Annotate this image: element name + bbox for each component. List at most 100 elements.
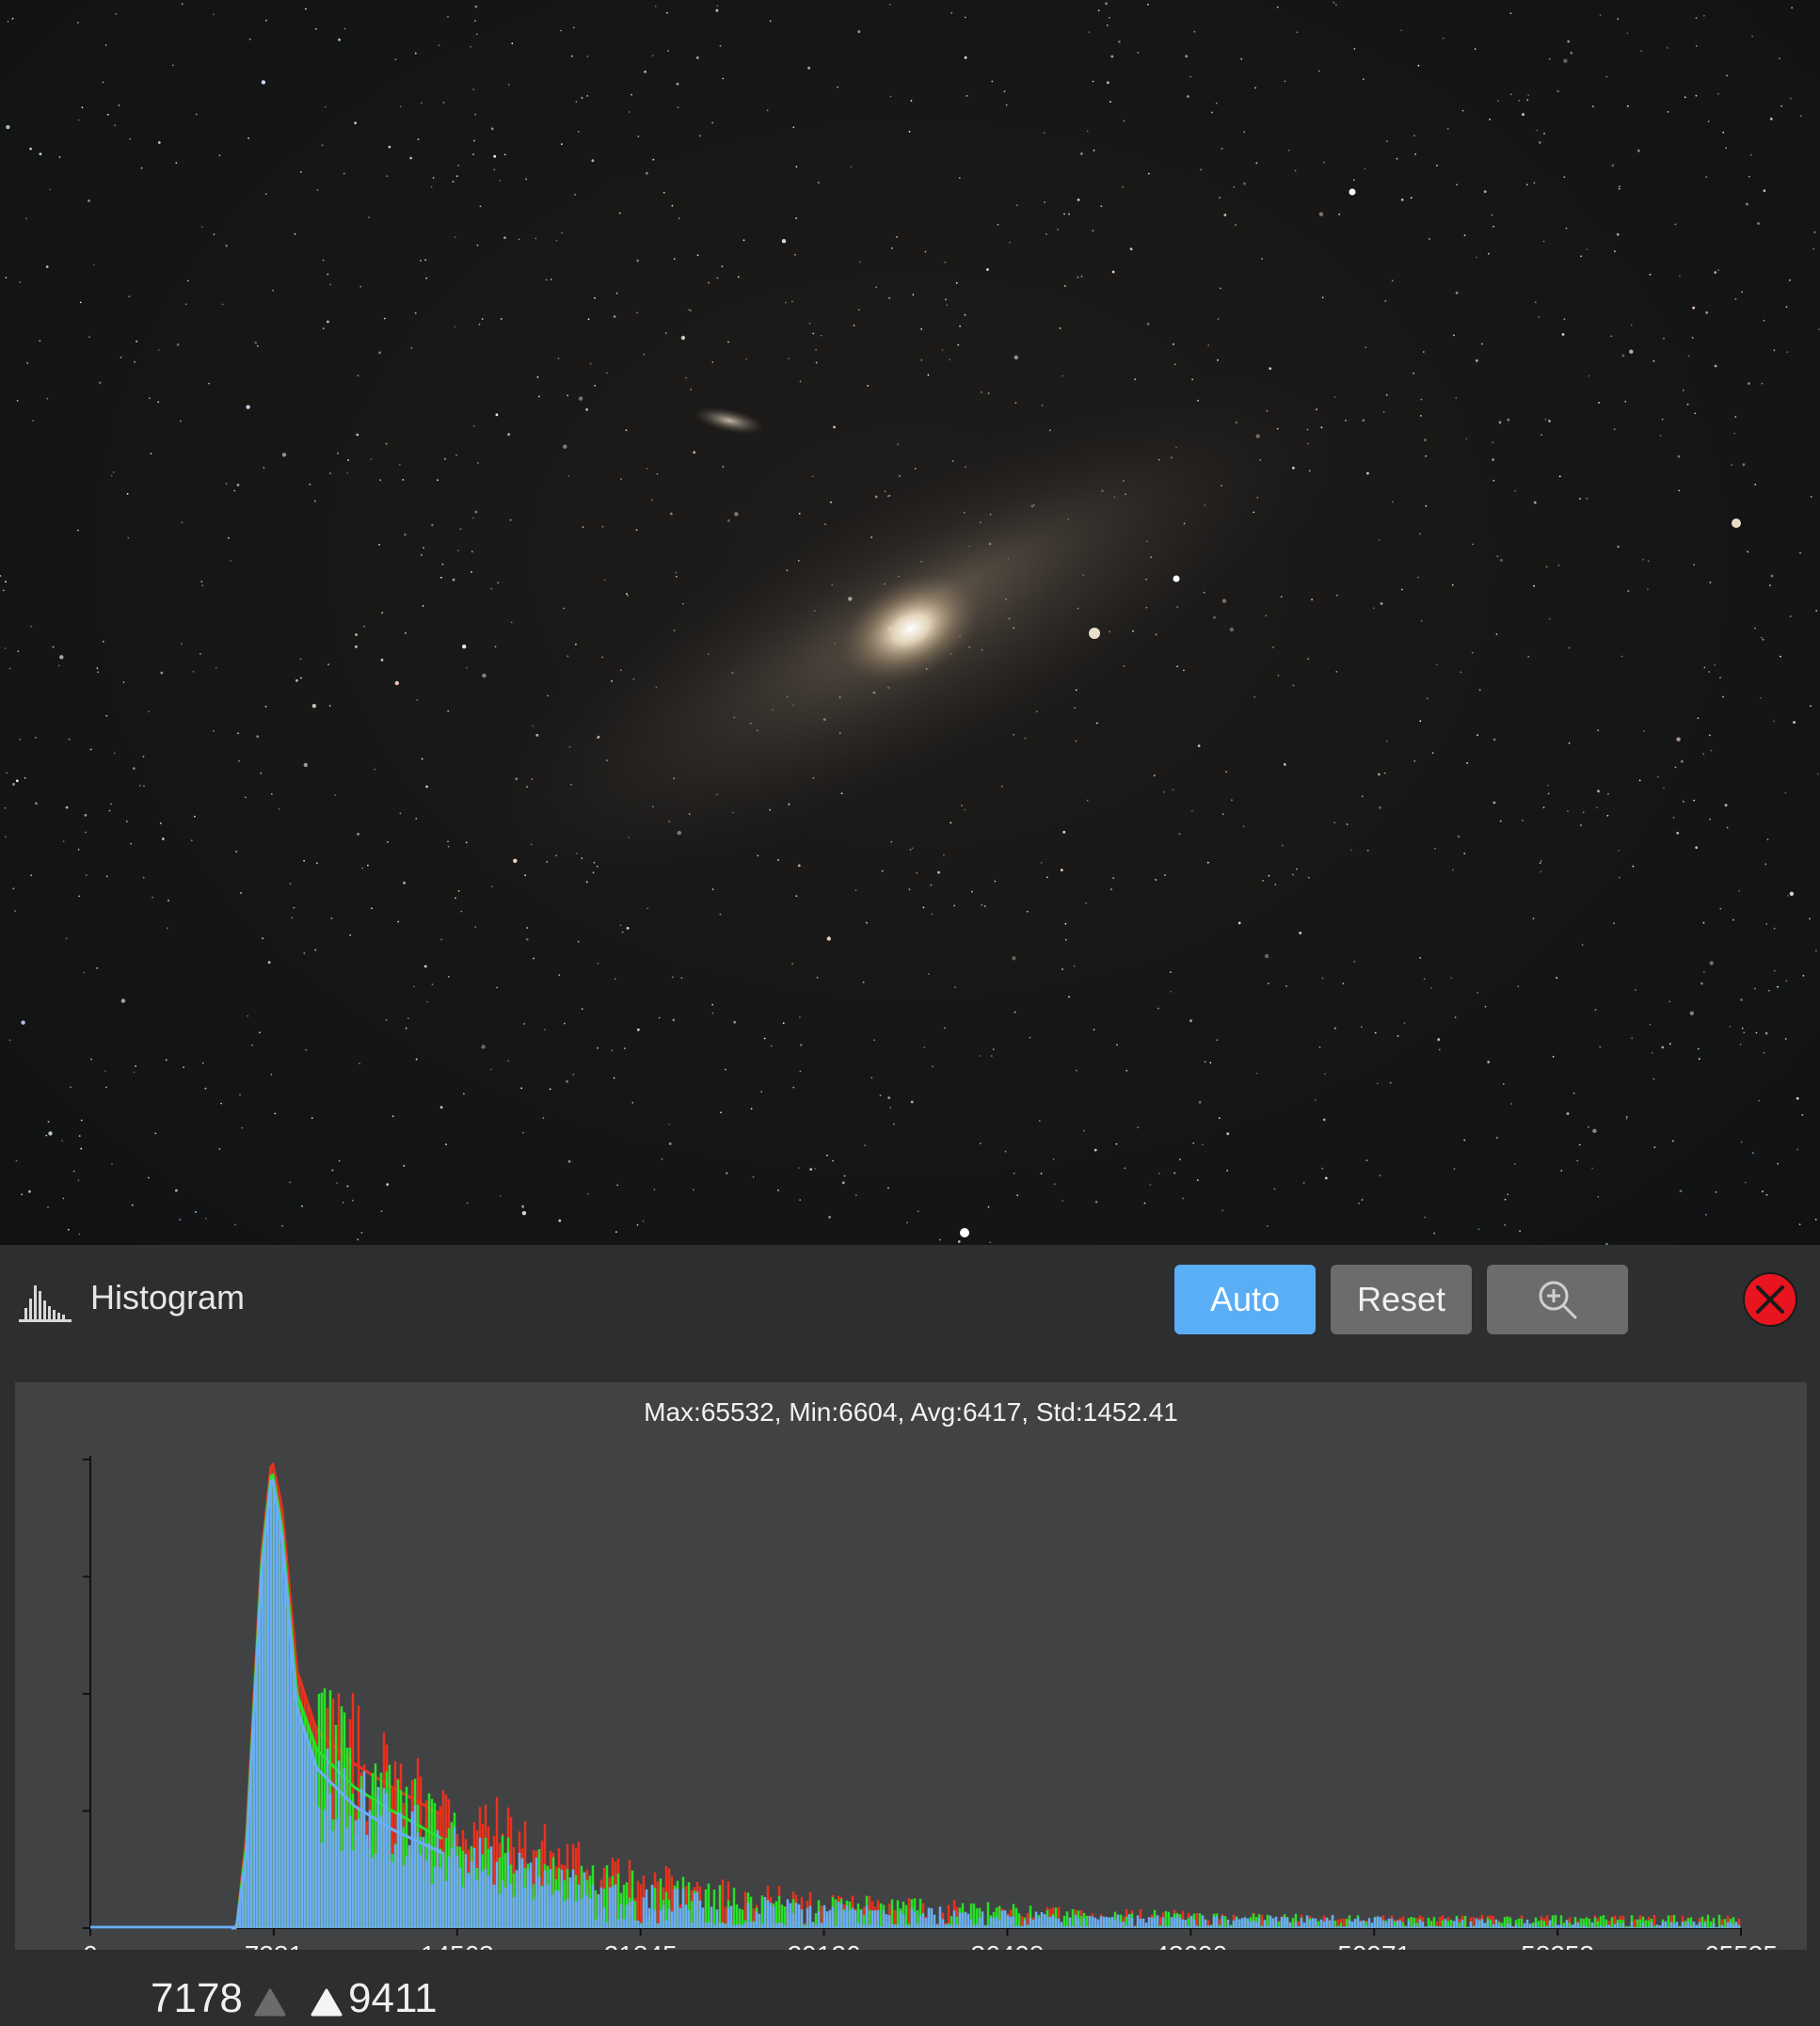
star bbox=[910, 100, 913, 102]
star bbox=[1661, 418, 1664, 421]
star bbox=[521, 1211, 527, 1216]
star bbox=[1068, 996, 1070, 998]
star bbox=[763, 1037, 766, 1040]
star bbox=[1710, 749, 1713, 752]
star bbox=[1273, 1188, 1276, 1190]
star bbox=[1324, 1176, 1328, 1180]
star bbox=[964, 16, 966, 19]
star bbox=[1522, 820, 1524, 822]
star bbox=[455, 454, 457, 456]
star bbox=[1538, 316, 1541, 318]
star bbox=[1106, 24, 1109, 26]
reset-button[interactable]: Reset bbox=[1331, 1265, 1472, 1334]
star bbox=[601, 656, 603, 659]
star bbox=[490, 587, 493, 590]
star bbox=[1173, 343, 1174, 345]
star bbox=[672, 1018, 676, 1022]
star bbox=[615, 292, 618, 295]
close-icon bbox=[1756, 1285, 1784, 1314]
star bbox=[1451, 583, 1454, 586]
star bbox=[1510, 1103, 1513, 1105]
star bbox=[391, 1115, 394, 1118]
star bbox=[1538, 141, 1541, 144]
star bbox=[1349, 849, 1352, 852]
star bbox=[1474, 48, 1477, 50]
star bbox=[1242, 825, 1245, 827]
star bbox=[1815, 610, 1818, 612]
star bbox=[922, 906, 925, 909]
star bbox=[1563, 176, 1566, 179]
star bbox=[571, 55, 573, 57]
star bbox=[354, 121, 357, 125]
white-point-value[interactable]: 9411 bbox=[348, 1975, 438, 2022]
star bbox=[1760, 696, 1762, 699]
black-point-value[interactable]: 7178 bbox=[151, 1975, 243, 2022]
histogram-plot-area[interactable]: Max:65532, Min:6604, Avg:6417, Std:1452.… bbox=[15, 1382, 1807, 1950]
star bbox=[175, 1188, 178, 1192]
star bbox=[643, 353, 646, 356]
star bbox=[932, 1065, 934, 1068]
white-point-handle-icon[interactable] bbox=[311, 1988, 343, 2017]
zoom-button[interactable] bbox=[1487, 1265, 1628, 1334]
star bbox=[1062, 1200, 1064, 1202]
star bbox=[1734, 297, 1737, 300]
star bbox=[1062, 968, 1063, 970]
star bbox=[1489, 119, 1491, 120]
black-point-handle-icon[interactable] bbox=[254, 1988, 286, 2017]
star bbox=[1620, 655, 1623, 658]
star bbox=[1742, 463, 1746, 467]
star bbox=[301, 1204, 303, 1207]
star bbox=[1376, 1082, 1379, 1085]
star bbox=[941, 349, 944, 351]
star bbox=[1429, 238, 1430, 240]
star bbox=[225, 483, 228, 485]
star bbox=[114, 124, 116, 127]
star bbox=[1172, 789, 1174, 791]
star bbox=[1189, 1019, 1192, 1023]
app-root: Histogram Auto Reset Max:65532, Min:6604 bbox=[0, 0, 1820, 2026]
star bbox=[991, 80, 994, 83]
star bbox=[799, 1044, 803, 1046]
star bbox=[4, 647, 7, 649]
star bbox=[128, 295, 131, 297]
star bbox=[1253, 695, 1256, 698]
star bbox=[397, 920, 400, 923]
star bbox=[270, 1073, 273, 1076]
auto-button[interactable]: Auto bbox=[1174, 1265, 1316, 1334]
star bbox=[142, 876, 145, 879]
star bbox=[303, 952, 306, 954]
star bbox=[1453, 334, 1455, 337]
star bbox=[1223, 214, 1227, 216]
star bbox=[1686, 403, 1689, 406]
star bbox=[1219, 287, 1221, 290]
star bbox=[329, 283, 332, 286]
star bbox=[72, 1170, 75, 1173]
star bbox=[105, 714, 108, 717]
star bbox=[80, 1119, 83, 1122]
star bbox=[481, 318, 484, 320]
star bbox=[218, 154, 221, 157]
star bbox=[1741, 1027, 1744, 1029]
star bbox=[1221, 813, 1224, 816]
star bbox=[507, 1060, 510, 1062]
star bbox=[1732, 918, 1734, 921]
star bbox=[1080, 152, 1083, 155]
close-button[interactable] bbox=[1743, 1272, 1797, 1327]
star bbox=[979, 1142, 982, 1145]
star bbox=[889, 95, 892, 98]
star bbox=[1389, 1081, 1392, 1084]
star bbox=[955, 281, 958, 284]
astro-image-viewer[interactable] bbox=[0, 0, 1820, 1245]
star bbox=[1346, 823, 1349, 825]
star bbox=[359, 1062, 360, 1065]
star bbox=[88, 199, 90, 202]
star bbox=[616, 1184, 619, 1187]
star bbox=[1062, 375, 1063, 377]
star bbox=[1455, 291, 1459, 295]
star bbox=[1578, 1143, 1581, 1146]
star bbox=[15, 779, 19, 783]
star bbox=[636, 1223, 639, 1226]
star bbox=[404, 534, 407, 536]
star bbox=[533, 957, 535, 960]
star bbox=[887, 1096, 891, 1099]
